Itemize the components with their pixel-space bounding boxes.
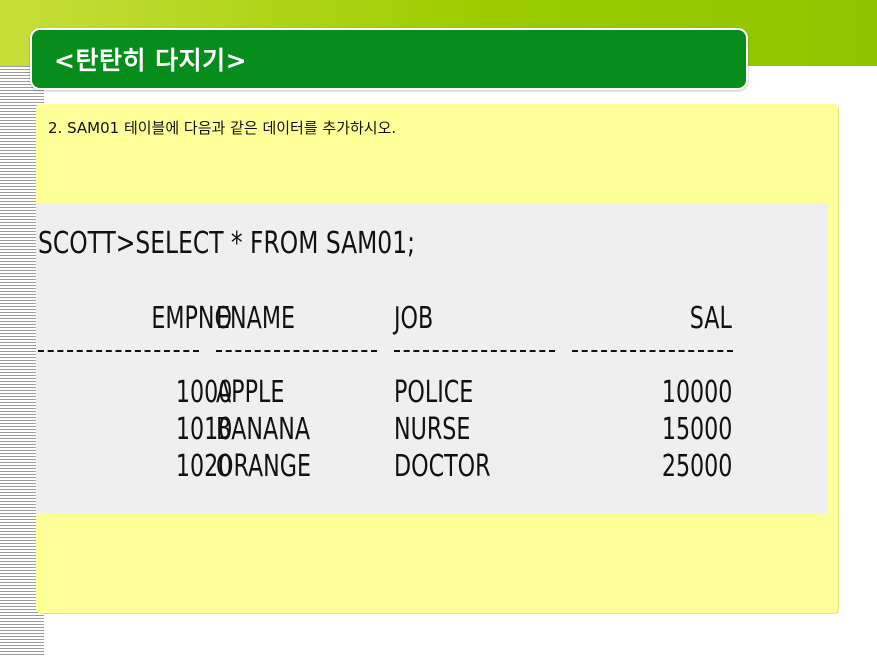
table-cell: 25000 xyxy=(661,449,732,484)
slide-title: <탄탄히 다지기> xyxy=(54,46,248,75)
table-cell: 10000 xyxy=(661,375,732,410)
table-cell: 15000 xyxy=(661,412,732,447)
separator-ename xyxy=(216,350,377,352)
separator-empno xyxy=(38,350,199,352)
table-cell: DOCTOR xyxy=(394,449,491,484)
table-cell: BANANA xyxy=(216,412,311,447)
table-cell: NURSE xyxy=(394,412,471,447)
question-text: 2. SAM01 테이블에 다음과 같은 데이터를 추가하시오. xyxy=(48,119,397,137)
sql-command: SCOTT>SELECT * FROM SAM01; xyxy=(38,226,415,261)
table-cell: POLICE xyxy=(394,375,474,410)
column-header-ename: ENAME xyxy=(216,301,296,336)
column-header-job: JOB xyxy=(394,301,434,336)
column-header-sal: SAL xyxy=(689,301,732,336)
table-cell: ORANGE xyxy=(216,449,312,484)
table-cell: APPLE xyxy=(216,375,285,410)
separator-sal xyxy=(572,350,733,352)
separator-job xyxy=(394,350,555,352)
title-bar: <탄탄히 다지기> xyxy=(30,28,748,90)
slide: <탄탄히 다지기> 2. SAM01 테이블에 다음과 같은 데이터를 추가하시… xyxy=(0,0,877,657)
